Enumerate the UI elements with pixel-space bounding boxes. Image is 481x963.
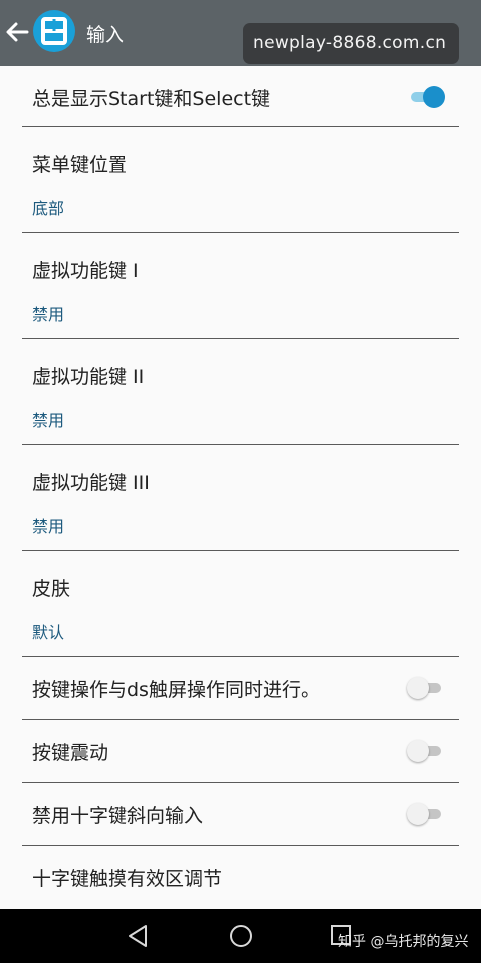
- setting-title: 按键震动: [32, 742, 109, 764]
- watermark-text: newplay-8868.com.cn: [253, 33, 447, 53]
- toggle-knob: [407, 677, 429, 699]
- setting-dpad-touch-area[interactable]: 十字键触摸有效区调节: [22, 846, 459, 908]
- setting-value: 默认: [32, 623, 65, 642]
- setting-title: 虚拟功能键 II: [32, 366, 145, 388]
- toggle-switch-on[interactable]: [407, 86, 445, 108]
- back-arrow-icon[interactable]: [4, 19, 30, 45]
- setting-title: 总是显示Start键和Select键: [32, 88, 271, 110]
- toggle-switch-off[interactable]: [407, 677, 445, 699]
- setting-title: 十字键触摸有效区调节: [32, 868, 223, 890]
- toggle-knob: [423, 86, 445, 108]
- setting-virtual-key-3[interactable]: 虚拟功能键 III 禁用: [22, 445, 459, 551]
- setting-virtual-key-2[interactable]: 虚拟功能键 II 禁用: [22, 339, 459, 445]
- setting-disable-dpad-diagonal[interactable]: 禁用十字键斜向输入: [22, 783, 459, 846]
- setting-title: 虚拟功能键 III: [32, 472, 150, 494]
- setting-virtual-key-1[interactable]: 虚拟功能键 I 禁用: [22, 233, 459, 339]
- setting-skin[interactable]: 皮肤 默认: [22, 551, 459, 657]
- setting-menu-key-position[interactable]: 菜单键位置 底部: [22, 127, 459, 233]
- setting-title: 菜单键位置: [32, 154, 128, 176]
- setting-key-vibration[interactable]: 按键震动: [22, 720, 459, 783]
- settings-list: 总是显示Start键和Select键 菜单键位置 底部 虚拟功能键 I 禁用 虚…: [0, 66, 481, 908]
- toggle-switch-off[interactable]: [407, 740, 445, 762]
- zhihu-watermark: 知乎 @乌托邦的复兴: [338, 934, 469, 950]
- toggle-switch-off[interactable]: [407, 803, 445, 825]
- back-triangle-icon[interactable]: [125, 923, 151, 949]
- home-circle-icon[interactable]: [228, 923, 254, 949]
- setting-title: 虚拟功能键 I: [32, 260, 139, 282]
- toggle-knob: [407, 803, 429, 825]
- toggle-knob: [407, 740, 429, 762]
- setting-value: 禁用: [32, 411, 65, 430]
- app-logo-icon: [33, 10, 75, 52]
- setting-value: 禁用: [32, 517, 65, 536]
- setting-title: 禁用十字键斜向输入: [32, 805, 204, 827]
- page-title: 输入: [86, 24, 125, 46]
- setting-always-show-start-select[interactable]: 总是显示Start键和Select键: [22, 66, 459, 127]
- setting-title: 皮肤: [32, 578, 71, 600]
- setting-simultaneous-touch[interactable]: 按键操作与ds触屏操作同时进行。: [22, 657, 459, 720]
- setting-value: 底部: [32, 199, 65, 218]
- setting-value: 禁用: [32, 305, 65, 324]
- setting-title: 按键操作与ds触屏操作同时进行。: [32, 679, 320, 701]
